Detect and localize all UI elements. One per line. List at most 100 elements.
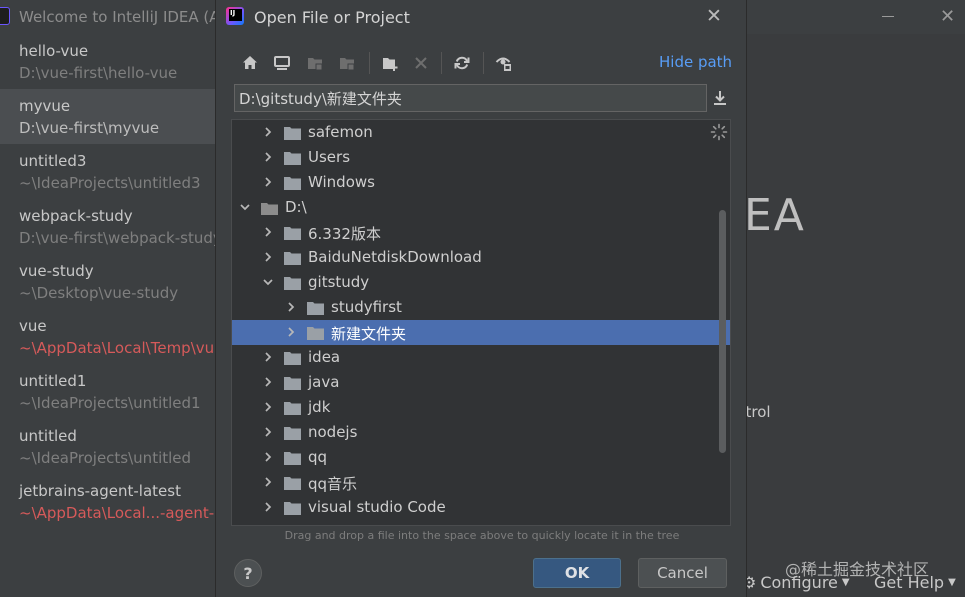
chevron-down-icon[interactable] <box>239 201 251 213</box>
folder-icon <box>284 277 301 290</box>
tree-row-label: qq音乐 <box>308 475 358 493</box>
refresh-icon[interactable] <box>451 52 473 74</box>
welcome-window-title: Welcome to IntelliJ IDEA (A <box>19 8 220 26</box>
chevron-right-icon[interactable] <box>262 401 274 413</box>
tree-row-label: BaiduNetdiskDownload <box>308 248 482 266</box>
tree-row[interactable]: 新建文件夹 <box>232 320 730 345</box>
hide-path-link[interactable]: Hide path <box>659 53 732 71</box>
recent-project-path: ~\Desktop\vue-study <box>19 284 179 302</box>
chevron-down-icon[interactable] <box>262 276 274 288</box>
tree-row-label: D:\ <box>285 198 307 216</box>
recent-project-name: jetbrains-agent-latest <box>19 482 181 500</box>
tree-row[interactable]: D:\ <box>232 195 730 220</box>
dialog-close-icon[interactable]: ✕ <box>706 5 722 27</box>
file-tree[interactable]: visual studio Code qq音乐 qq nodejs jdk java ide… <box>231 119 731 526</box>
chevron-right-icon[interactable] <box>262 226 274 238</box>
chevron-right-icon[interactable] <box>262 351 274 363</box>
caret-down-icon: ▼ <box>948 577 956 588</box>
tree-row[interactable]: 6.332版本 <box>232 220 730 245</box>
chevron-right-icon[interactable] <box>262 376 274 388</box>
tree-row[interactable]: Windows <box>232 170 730 195</box>
tree-row[interactable]: BaiduNetdiskDownload <box>232 245 730 270</box>
recent-project-item[interactable]: untitled3 ~\IdeaProjects\untitled3 <box>0 144 215 199</box>
recent-project-name: untitled3 <box>19 152 87 170</box>
tree-row[interactable]: java <box>232 370 730 395</box>
tree-row[interactable]: qq音乐 <box>232 470 730 495</box>
recent-projects-list: hello-vue D:\vue-first\hello-vue myvue D:\v… <box>0 34 215 597</box>
cancel-button[interactable]: Cancel <box>638 558 727 588</box>
get-help-menu[interactable]: Get Help ▼ <box>874 573 956 592</box>
folder-icon <box>284 402 301 415</box>
folder-icon <box>284 427 301 440</box>
folder-icon <box>307 327 324 340</box>
recent-project-name: untitled <box>19 427 77 445</box>
configure-menu[interactable]: ⚙ Configure ▼ <box>742 573 850 592</box>
show-hidden-icon[interactable] <box>493 52 515 74</box>
tree-row[interactable]: Users <box>232 145 730 170</box>
tree-row-label: 新建文件夹 <box>331 325 407 343</box>
recent-project-item[interactable]: vue-study ~\Desktop\vue-study <box>0 254 215 309</box>
tree-row[interactable]: qq <box>232 445 730 470</box>
tree-row[interactable]: idea <box>232 345 730 370</box>
path-field[interactable] <box>234 84 707 112</box>
chevron-right-icon[interactable] <box>285 301 297 313</box>
tree-row[interactable]: jdk <box>232 395 730 420</box>
recent-project-item[interactable]: jetbrains-agent-latest ~\AppData\Local...… <box>0 474 215 529</box>
tree-row-label: gitstudy <box>308 273 370 291</box>
folder-icon <box>284 152 301 165</box>
desktop-icon[interactable] <box>271 52 293 74</box>
chevron-right-icon[interactable] <box>262 251 274 263</box>
chevron-right-icon[interactable] <box>262 476 274 488</box>
recent-project-name: myvue <box>19 97 71 115</box>
tree-row-label: studyfirst <box>331 298 402 316</box>
open-file-dialog: Open File or Project ✕ Hide path visual … <box>215 0 747 597</box>
recent-project-path: ~\AppData\Local...-agent-l <box>19 504 215 522</box>
welcome-close-icon[interactable]: ✕ <box>940 6 955 27</box>
recent-project-item[interactable]: untitled1 ~\IdeaProjects\untitled1 <box>0 364 215 419</box>
toolbar-separator <box>369 52 370 74</box>
tree-scrollbar[interactable] <box>719 210 726 453</box>
folder-icon <box>284 252 301 265</box>
chevron-right-icon[interactable] <box>262 426 274 438</box>
ok-button[interactable]: OK <box>533 558 621 588</box>
tree-row-label: nodejs <box>308 423 358 441</box>
tree-row[interactable]: studyfirst <box>232 295 730 320</box>
recent-project-item[interactable]: vue ~\AppData\Local\Temp\vu <box>0 309 215 364</box>
chevron-right-icon[interactable] <box>262 501 274 513</box>
welcome-logo-text: EA <box>744 190 806 241</box>
tree-row-label: java <box>308 373 340 391</box>
dialog-title: Open File or Project <box>254 8 410 27</box>
folder-icon <box>284 477 301 490</box>
folder-icon <box>284 352 301 365</box>
home-icon[interactable] <box>239 52 261 74</box>
tree-row[interactable]: visual studio Code <box>232 495 730 520</box>
recent-project-item[interactable]: myvue D:\vue-first\myvue <box>0 89 215 144</box>
tree-row[interactable]: safemon <box>232 120 730 145</box>
tree-row-label: Users <box>308 148 351 166</box>
new-folder-icon[interactable] <box>379 52 401 74</box>
tree-row[interactable]: gitstudy <box>232 270 730 295</box>
chevron-right-icon[interactable] <box>285 326 297 338</box>
chevron-right-icon[interactable] <box>262 176 274 188</box>
tree-row-label: 6.332版本 <box>308 225 381 243</box>
recent-project-path: ~\IdeaProjects\untitled <box>19 449 192 467</box>
tree-row-label: qq <box>308 448 328 466</box>
recent-project-item[interactable]: hello-vue D:\vue-first\hello-vue <box>0 34 215 89</box>
tree-row-label: idea <box>308 348 341 366</box>
help-button[interactable]: ? <box>234 559 262 587</box>
recent-project-item[interactable]: untitled ~\IdeaProjects\untitled <box>0 419 215 474</box>
recent-project-name: webpack-study <box>19 207 133 225</box>
tree-row[interactable]: nodejs <box>232 420 730 445</box>
tree-row-label: jdk <box>308 398 331 416</box>
recent-project-item[interactable]: webpack-study D:\vue-first\webpack-study <box>0 199 215 254</box>
intellij-dialog-icon <box>226 7 244 25</box>
chevron-right-icon[interactable] <box>262 151 274 163</box>
recent-project-path: ~\AppData\Local\Temp\vu <box>19 339 215 357</box>
minimize-icon[interactable] <box>880 8 896 24</box>
download-icon[interactable] <box>709 86 731 110</box>
recent-project-path: D:\vue-first\hello-vue <box>19 64 178 82</box>
chevron-right-icon[interactable] <box>262 451 274 463</box>
recent-project-name: vue-study <box>19 262 94 280</box>
chevron-right-icon[interactable] <box>262 126 274 138</box>
recent-project-name: untitled1 <box>19 372 87 390</box>
